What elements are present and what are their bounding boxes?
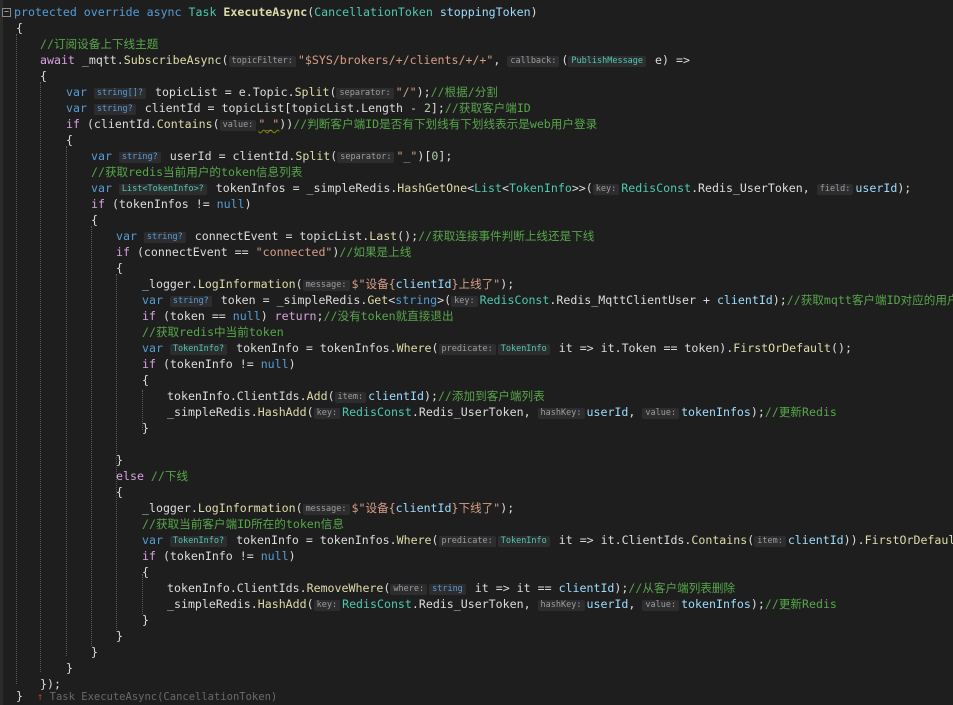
inlay-hint: key: — [313, 600, 341, 611]
code-line: { — [66, 133, 73, 147]
inlay-hint: where: — [390, 584, 428, 595]
indent-guide — [91, 226, 92, 646]
code-line: await _mqtt.SubscribeAsync(topicFilter: "… — [40, 53, 690, 67]
code-line: _logger.LogInformation(message: $"设备{clie… — [142, 501, 515, 515]
code-line: } ↑ Task ExecuteAsync(CancellationToken) — [16, 689, 278, 703]
inlay-hint: item: — [334, 392, 367, 403]
inlay-hint: string? — [143, 232, 186, 243]
code-line: tokenInfo.ClientIds.Add(item: clientId);/… — [167, 389, 545, 403]
up-arrow-icon: ↑ — [36, 691, 44, 703]
code-line: } — [66, 661, 73, 675]
inlay-hint: topicFilter: — [228, 56, 296, 67]
code-line: { — [116, 485, 123, 499]
code-comment: //获取redis中当前token — [142, 325, 284, 339]
code-comment: //订阅设备上下线主题 — [40, 37, 159, 51]
inlay-hint: hashKey: — [537, 600, 585, 611]
code-line: if (token == null) return;//没有token就直接退出 — [142, 309, 454, 323]
inlay-hint: callback: — [507, 56, 560, 67]
inlay-hint: message: — [302, 504, 350, 515]
code-line: if (clientId.Contains(value: "_"))//判断客户端… — [66, 117, 598, 131]
code-line: _logger.LogInformation(message: $"设备{clie… — [142, 277, 515, 291]
indent-guide — [66, 146, 67, 656]
code-line: } — [116, 453, 123, 467]
code-line: } — [116, 629, 123, 643]
code-line: } — [91, 645, 98, 659]
inlay-hint: PublishMessage — [568, 56, 647, 67]
inlay-hint: value: — [642, 600, 680, 611]
code-line: else //下线 — [116, 469, 189, 483]
inlay-hint: predicate: — [438, 344, 496, 355]
code-line: _simpleRedis.HashAdd(key: RedisConst.Redi… — [167, 597, 837, 611]
inlay-hint: value: — [642, 408, 680, 419]
code-line: if (tokenInfo != null) — [142, 549, 296, 563]
code-line: if (connectEvent == "connected")//如果是上线 — [116, 245, 412, 259]
inlay-hint: List<TokenInfo>? — [118, 184, 207, 195]
code-line: var string? userId = clientId.Split(sepa… — [91, 149, 453, 163]
code-line: if (tokenInfos != null) — [91, 197, 252, 211]
code-line: { — [16, 21, 23, 35]
inlay-hint: TokenInfo? — [169, 536, 228, 547]
code-comment: //获取redis当前用户的token信息列表 — [91, 165, 303, 179]
inlay-hint: key: — [451, 296, 478, 307]
indent-guide — [142, 574, 143, 614]
codelens[interactable]: ↑ Task ExecuteAsync(CancellationToken) — [37, 691, 277, 703]
code-line: { — [40, 69, 47, 83]
inlay-hint: value: — [219, 120, 257, 131]
inlay-hint: TokenInfo — [497, 536, 550, 547]
inlay-hint: string[]? — [93, 88, 146, 99]
code-comment: //获取当前客户端ID所在的token信息 — [142, 517, 344, 531]
indent-guide — [40, 82, 41, 672]
inlay-hint: field: — [816, 184, 854, 195]
code-line: protected override async Task ExecuteAsy… — [14, 5, 538, 19]
code-line: var List<TokenInfo>? tokenInfos = _simpl… — [91, 181, 912, 195]
inlay-hint: key: — [592, 184, 620, 195]
inlay-hint: TokenInfo? — [169, 344, 228, 355]
code-line: if (tokenInfo != null) — [142, 357, 296, 371]
inlay-hint: message: — [302, 280, 350, 291]
code-line: tokenInfo.ClientIds.RemoveWhere(where: st… — [167, 581, 736, 595]
inlay-hint: separator: — [336, 88, 394, 99]
editor-gutter — [0, 0, 3, 705]
inlay-hint: predicate: — [438, 536, 496, 547]
inlay-hint: hashKey: — [537, 408, 585, 419]
code-line: { — [91, 213, 98, 227]
inlay-hint: separator: — [337, 152, 395, 163]
code-line: var string[]? topicList = e.Topic.Split(… — [66, 85, 498, 99]
code-line: } — [142, 421, 149, 435]
inlay-hint: item: — [754, 536, 786, 547]
inlay-hint: TokenInfo — [497, 344, 550, 355]
code-line: } — [142, 613, 149, 627]
indent-guide — [16, 34, 17, 684]
code-editor[interactable]: − protected override async Task ExecuteA… — [0, 0, 953, 705]
inlay-hint: key: — [313, 408, 341, 419]
collapse-icon[interactable]: − — [2, 8, 11, 17]
code-line: { — [116, 261, 123, 275]
inlay-hint: string? — [93, 104, 136, 115]
code-line: _simpleRedis.HashAdd(key: RedisConst.Redi… — [167, 405, 837, 419]
inlay-hint: string? — [118, 152, 161, 163]
code-line: var string? token = _simpleRedis.Get<str… — [142, 293, 953, 307]
code-line: var TokenInfo? tokenInfo = tokenInfos.Wh… — [142, 341, 852, 355]
code-line: { — [142, 373, 149, 387]
code-line: { — [142, 565, 149, 579]
code-line: var TokenInfo? tokenInfo = tokenInfos.Wh… — [142, 533, 953, 547]
code-line: var string? clientId = topicList[topicLi… — [66, 101, 531, 115]
inlay-hint: string? — [169, 296, 212, 307]
inlay-hint: string — [429, 584, 466, 595]
code-line: var string? connectEvent = topicList.Las… — [116, 229, 595, 243]
